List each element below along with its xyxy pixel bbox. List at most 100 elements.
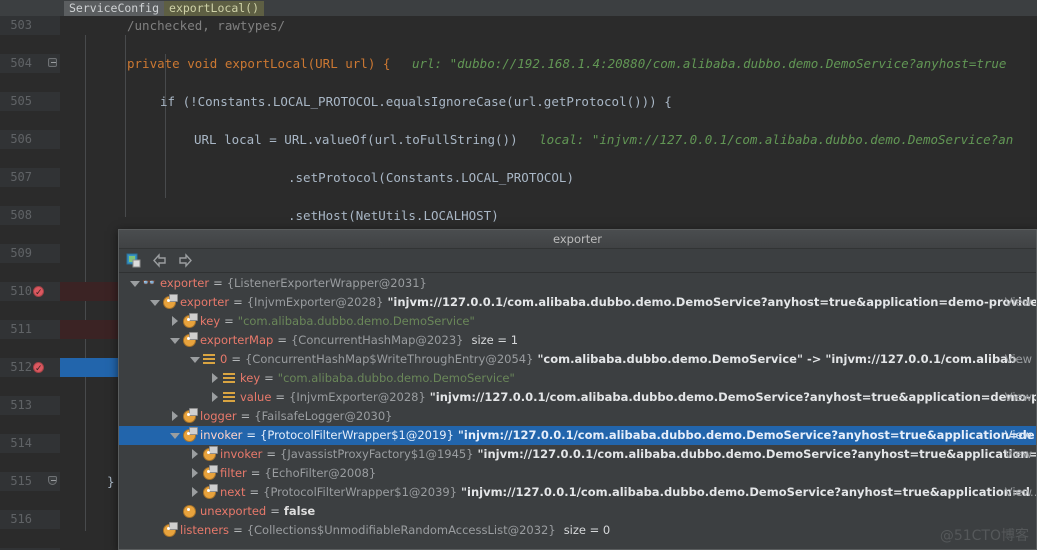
breadcrumb-method[interactable]: exportLocal() xyxy=(164,0,265,16)
fold-marker-icon[interactable] xyxy=(48,476,59,487)
var-name: 0 xyxy=(220,352,228,366)
line-content: .setHost(NetUtils.LOCALHOST) xyxy=(60,206,1037,225)
chevron-right-icon[interactable] xyxy=(209,373,220,384)
forward-arrow-icon[interactable] xyxy=(177,252,194,269)
view-link[interactable]: View xyxy=(1005,445,1032,464)
variable-inspect-popup[interactable]: exporter exporter = {ListenerEx xyxy=(118,229,1037,550)
chevron-right-icon[interactable] xyxy=(209,392,220,403)
var-value: "injvm://127.0.0.1/com.alibaba.dubbo.dem… xyxy=(429,390,1036,404)
field-icon xyxy=(183,313,198,328)
breakpoint-icon[interactable] xyxy=(33,284,44,303)
tree-row[interactable]: unexported = false xyxy=(119,502,1036,521)
var-type: {FailsafeLogger@2030} xyxy=(254,409,393,423)
var-name: value xyxy=(240,390,272,404)
tree-row[interactable]: key = "com.alibaba.dubbo.demo.DemoServic… xyxy=(119,369,1036,388)
chevron-down-icon[interactable] xyxy=(149,297,160,308)
chevron-down-icon[interactable] xyxy=(169,335,180,346)
watermark: @51CTO博客 xyxy=(939,528,1029,544)
tree-row[interactable]: value = {InjvmExporter@2028} "injvm://12… xyxy=(119,388,1036,407)
chevron-right-icon[interactable] xyxy=(169,411,180,422)
var-value: "injvm://127.0.0.1/com.alibaba.dubbo.dem… xyxy=(477,447,1036,461)
var-type: {ProtocolFilterWrapper$1@2019} xyxy=(260,428,454,442)
equals-sign: = xyxy=(213,276,223,290)
tree-row[interactable]: exporterMap = {ConcurrentHashMap@2023} s… xyxy=(119,331,1036,350)
var-value: "com.alibaba.dubbo.demo.DemoService" xyxy=(237,314,475,328)
field-icon xyxy=(183,505,196,518)
line-number: 507 xyxy=(0,168,60,187)
field-icon xyxy=(203,446,218,461)
tree-row[interactable]: 0 = {ConcurrentHashMap$WriteThroughEntry… xyxy=(119,350,1036,369)
var-name: key xyxy=(200,314,221,328)
line-506-code: URL local = URL.valueOf(url.toFullString… xyxy=(194,132,518,147)
line-content: if (!Constants.LOCAL_PROTOCOL.equalsIgno… xyxy=(60,92,1037,111)
equals-sign: = xyxy=(266,447,277,461)
chevron-right-icon[interactable] xyxy=(189,468,200,479)
field-icon xyxy=(183,427,198,442)
code-line-508[interactable]: 508 .setHost(NetUtils.LOCALHOST) xyxy=(0,206,1037,225)
field-icon xyxy=(183,408,198,423)
view-link[interactable]: View xyxy=(1005,350,1032,369)
var-value: "injvm://127.0.0.1/com.alibaba.dubbo.dem… xyxy=(387,295,1036,309)
code-line-506[interactable]: 506 URL local = URL.valueOf(url.toFullSt… xyxy=(0,130,1037,149)
equals-sign: = xyxy=(231,352,241,366)
equals-sign: = xyxy=(270,504,280,518)
popup-title: exporter xyxy=(119,230,1036,249)
tree-row-selected[interactable]: invoker = {ProtocolFilterWrapper$1@2019}… xyxy=(119,426,1036,445)
value-truncation: … xyxy=(1035,426,1036,445)
tree-row[interactable]: invoker = {JavassistProxyFactory$1@1945}… xyxy=(119,445,1036,464)
code-line-504[interactable]: 504 private void exportLocal(URL url) { … xyxy=(0,54,1037,73)
chevron-right-icon[interactable] xyxy=(189,449,200,460)
var-name: next xyxy=(220,485,246,499)
tree-row[interactable]: key = "com.alibaba.dubbo.demo.DemoServic… xyxy=(119,312,1036,331)
var-name: exporter xyxy=(160,276,210,290)
equals-sign: = xyxy=(264,371,274,385)
var-name: listeners xyxy=(180,523,230,537)
line-content: .setProtocol(Constants.LOCAL_PROTOCOL) xyxy=(60,168,1037,187)
var-type: {JavassistProxyFactory$1@1945} xyxy=(280,447,474,461)
tree-row[interactable]: filter = {EchoFilter@2008} xyxy=(119,464,1036,483)
line-content: private void exportLocal(URL url) { url:… xyxy=(60,54,1037,73)
var-type: {EchoFilter@2008} xyxy=(264,466,377,480)
tree-row[interactable]: listeners = {Collections$UnmodifiableRan… xyxy=(119,521,1036,540)
chevron-down-icon[interactable] xyxy=(189,354,200,365)
chevron-right-icon[interactable] xyxy=(189,487,200,498)
line-508-code: .setHost(NetUtils.LOCALHOST) xyxy=(288,208,499,223)
var-type: {Collections$UnmodifiableRandomAccessLis… xyxy=(246,523,556,537)
equals-sign: = xyxy=(240,409,251,423)
equals-sign: = xyxy=(250,466,261,480)
line-number: 512 xyxy=(0,358,60,377)
code-line-505[interactable]: 505 if (!Constants.LOCAL_PROTOCOL.equals… xyxy=(0,92,1037,111)
view-link[interactable]: View xyxy=(1005,483,1032,502)
view-link[interactable]: View xyxy=(1005,388,1032,407)
breadcrumb-class[interactable]: ServiceConfig xyxy=(64,0,165,16)
code-line-507[interactable]: 507 .setProtocol(Constants.LOCAL_PROTOCO… xyxy=(0,168,1037,187)
back-arrow-icon[interactable] xyxy=(151,252,168,269)
var-size: size = 1 xyxy=(471,333,519,347)
map-entry-icon xyxy=(223,372,236,385)
field-icon xyxy=(163,294,178,309)
chevron-down-icon[interactable] xyxy=(169,430,180,441)
chevron-right-icon[interactable] xyxy=(169,316,180,327)
tree-row[interactable]: logger = {FailsafeLogger@2030} xyxy=(119,407,1036,426)
var-type: {InjvmExporter@2028} xyxy=(246,295,384,309)
var-name: filter xyxy=(220,466,247,480)
fold-marker-icon[interactable] xyxy=(48,58,59,69)
view-link[interactable]: View xyxy=(1005,293,1032,312)
chevron-down-icon[interactable] xyxy=(129,278,140,289)
var-type: {ListenerExporterWrapper@2031} xyxy=(226,276,427,290)
view-link[interactable]: View xyxy=(1005,426,1032,445)
tree-row[interactable]: exporter = {InjvmExporter@2028} "injvm:/… xyxy=(119,293,1036,312)
code-line-503[interactable]: 503 /unchecked, rawtypes/ xyxy=(0,16,1037,35)
equals-sign: = xyxy=(277,333,287,347)
equals-sign: = xyxy=(246,428,257,442)
variable-tree[interactable]: exporter = {ListenerExporterWrapper@2031… xyxy=(119,274,1036,549)
equals-sign: = xyxy=(233,295,243,309)
var-name: exporterMap xyxy=(200,333,274,347)
tree-row[interactable]: exporter = {ListenerExporterWrapper@2031… xyxy=(119,274,1036,293)
breakpoint-icon[interactable] xyxy=(33,360,44,379)
tree-row[interactable]: next = {ProtocolFilterWrapper$1@2039} "i… xyxy=(119,483,1036,502)
watch-icon xyxy=(142,274,156,292)
copy-value-icon[interactable] xyxy=(125,252,142,269)
popup-toolbar[interactable] xyxy=(119,249,1036,273)
line-content: URL local = URL.valueOf(url.toFullString… xyxy=(60,130,1037,149)
